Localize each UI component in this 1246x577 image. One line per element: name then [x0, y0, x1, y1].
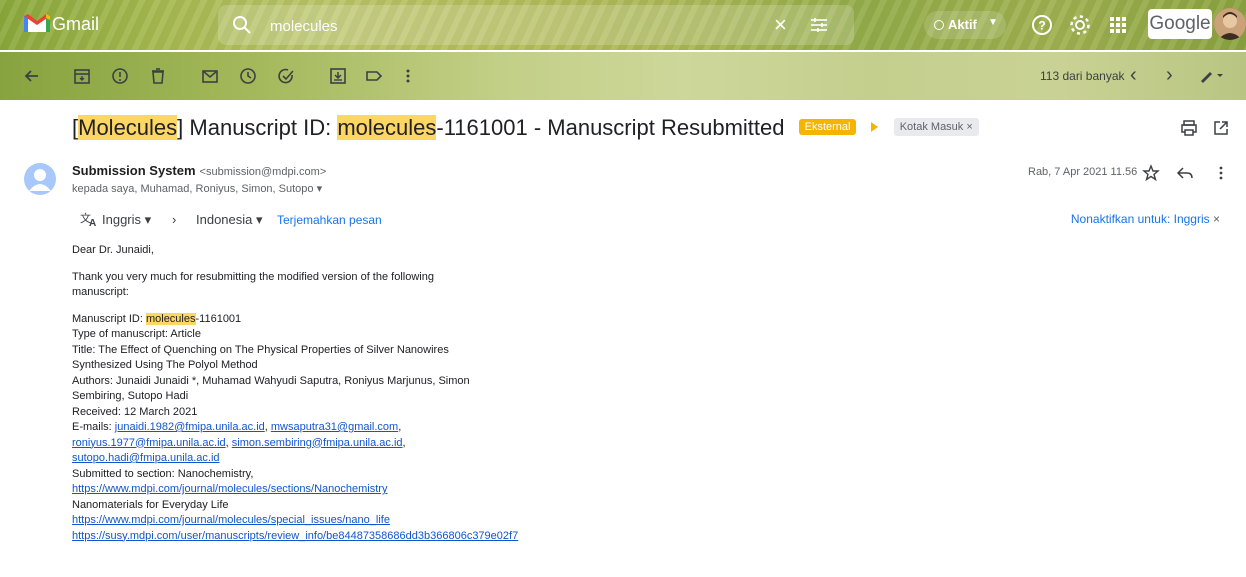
title-line-1: Title: The Effect of Quenching on The Ph… — [72, 343, 449, 356]
subject-highlight-2: molecules — [337, 115, 437, 140]
emails-line-1: E-mails: junaidi.1982@fmipa.unila.ac.id,… — [72, 421, 402, 433]
subject-middle: ] Manuscript ID: — [177, 115, 338, 140]
star-icon[interactable] — [1142, 164, 1160, 182]
translation-bar: 文 A Inggris ▾ › Indonesia ▾ Terjemahkan … — [80, 210, 1220, 230]
delete-icon[interactable] — [148, 66, 168, 86]
translate-message-link[interactable]: Terjemahkan pesan — [277, 213, 382, 227]
account-avatar[interactable] — [1214, 8, 1246, 40]
source-language-select[interactable]: Inggris ▾ — [102, 212, 151, 228]
manuscript-id-number: -1161001 — [195, 312, 242, 325]
received-date: Received: 12 March 2021 — [72, 405, 198, 418]
sender-avatar[interactable] — [24, 163, 56, 195]
review-url-line: https://susy.mdpi.com/user/manuscripts/r… — [72, 529, 772, 545]
gmail-brand[interactable]: Gmail — [52, 14, 99, 35]
review-url-link[interactable]: https://susy.mdpi.com/user/manuscripts/r… — [72, 530, 518, 542]
profile-photo-icon — [1214, 8, 1246, 40]
status-label: Aktif — [948, 17, 977, 32]
email-link-1[interactable]: junaidi.1982@fmipa.unila.ac.id — [115, 421, 265, 433]
intro-line-1: Thank you very much for resubmitting the… — [72, 270, 434, 283]
archive-icon[interactable] — [72, 66, 92, 86]
section-line: Submitted to section: Nanochemistry, — [72, 467, 254, 480]
move-to-icon[interactable] — [328, 66, 348, 86]
recipients-dropdown[interactable]: kepada saya, Muhamad, Roniyus, Simon, Su… — [72, 182, 322, 195]
close-icon[interactable]: × — [1213, 212, 1220, 226]
disable-translation-text: Nonaktifkan untuk: Inggris — [1070, 212, 1210, 226]
greeting: Dear Dr. Junaidi, — [72, 244, 154, 256]
status-dot-icon — [934, 20, 944, 30]
email-link-2[interactable]: mwsaputra31@gmail.com — [271, 421, 398, 433]
message-date: Rab, 7 Apr 2021 11.56 — [1028, 166, 1138, 178]
svg-text:?: ? — [1038, 19, 1045, 33]
special-issue-line: Nanomaterials for Everyday Life — [72, 498, 229, 511]
apps-grid-icon[interactable] — [1106, 13, 1130, 37]
report-spam-icon[interactable] — [110, 66, 130, 86]
svg-text:A: A — [89, 218, 96, 227]
message-more-icon[interactable] — [1212, 164, 1230, 182]
print-icon[interactable] — [1180, 119, 1198, 137]
sender-name-text: Submission System — [72, 163, 196, 178]
authors-line-2: Sembiring, Sutopo Hadi — [72, 390, 189, 402]
intro-line-2: manuscript: — [72, 286, 129, 298]
emails-label: E-mails: — [72, 421, 115, 433]
chevron-down-icon: ▼ — [988, 17, 998, 28]
more-vert-icon[interactable] — [398, 66, 418, 86]
clear-search-icon[interactable]: × — [774, 13, 787, 37]
sender-email: <submission@mdpi.com> — [199, 166, 327, 178]
manuscript-id-label: Manuscript ID: — [72, 312, 146, 325]
email-link-5[interactable]: sutopo.hadi@fmipa.unila.ac.id — [72, 452, 220, 464]
older-chevron-icon[interactable]: › — [1166, 64, 1173, 87]
message-toolbar: 113 dari banyak ‹ › — [0, 52, 1246, 100]
chevron-right-icon: › — [172, 212, 177, 227]
section-url-line: https://www.mdpi.com/journal/molecules/s… — [72, 482, 772, 498]
emails-line-3: sutopo.hadi@fmipa.unila.ac.id — [72, 451, 772, 467]
person-icon — [29, 169, 51, 191]
search-options-icon[interactable] — [810, 16, 828, 34]
manuscript-id-highlight: molecules — [145, 312, 196, 325]
search-bar[interactable]: × — [218, 5, 854, 45]
back-icon[interactable] — [22, 66, 42, 86]
manuscript-type: Type of manuscript: Article — [72, 328, 201, 340]
inbox-label-chip[interactable]: Kotak Masuk × — [893, 118, 979, 137]
settings-icon[interactable] — [1068, 13, 1092, 37]
message-body: Dear Dr. Junaidi, Thank you very much fo… — [72, 243, 772, 544]
target-language-select[interactable]: Indonesia ▾ — [196, 212, 263, 228]
reply-icon[interactable] — [1176, 164, 1194, 182]
title-line-2: Synthesized Using The Polyol Method — [72, 359, 258, 371]
special-issue-url-line: https://www.mdpi.com/journal/molecules/s… — [72, 513, 772, 529]
search-icon[interactable] — [232, 15, 252, 35]
google-account-logo[interactable]: Google — [1148, 9, 1212, 39]
subject-highlight-1: Molecules — [78, 115, 178, 140]
input-tools-icon[interactable] — [1198, 66, 1226, 86]
email-subject: [Molecules] Manuscript ID: molecules-116… — [72, 115, 979, 141]
status-dropdown[interactable]: Aktif ▼ — [924, 11, 1006, 39]
top-header: Gmail × Aktif ▼ ? — [0, 0, 1246, 50]
section-url-link[interactable]: https://www.mdpi.com/journal/molecules/s… — [72, 483, 387, 495]
label-icon[interactable] — [364, 66, 384, 86]
search-input[interactable] — [268, 13, 752, 39]
email-link-4[interactable]: simon.sembiring@fmipa.unila.ac.id — [232, 437, 403, 449]
subject-rest: -1161001 - Manuscript Resubmitted — [436, 115, 785, 140]
importance-marker-icon[interactable] — [870, 122, 878, 133]
help-icon[interactable]: ? — [1030, 13, 1054, 37]
gmail-logo-icon[interactable] — [22, 12, 52, 34]
external-badge: Eksternal — [798, 119, 857, 136]
pagination-text: 113 dari banyak — [1040, 69, 1125, 83]
disable-translation-link[interactable]: Nonaktifkan untuk: Inggris × — [1071, 212, 1220, 226]
add-task-icon[interactable] — [276, 66, 296, 86]
sender-name[interactable]: Submission System <submission@mdpi.com> — [72, 163, 326, 178]
newer-chevron-icon[interactable]: ‹ — [1130, 64, 1137, 87]
snooze-icon[interactable] — [238, 66, 258, 86]
special-issue-url-link[interactable]: https://www.mdpi.com/journal/molecules/s… — [72, 514, 390, 526]
email-link-3[interactable]: roniyus.1977@fmipa.unila.ac.id — [72, 437, 226, 449]
emails-line-2: roniyus.1977@fmipa.unila.ac.id, simon.se… — [72, 436, 406, 449]
authors-line-1: Authors: Junaidi Junaidi *, Muhamad Wahy… — [72, 374, 470, 387]
mark-unread-icon[interactable] — [200, 66, 220, 86]
translate-icon: 文 A — [80, 211, 96, 227]
open-new-window-icon[interactable] — [1212, 119, 1230, 137]
manuscript-id: Manuscript ID: molecules-1161001 — [72, 312, 772, 328]
